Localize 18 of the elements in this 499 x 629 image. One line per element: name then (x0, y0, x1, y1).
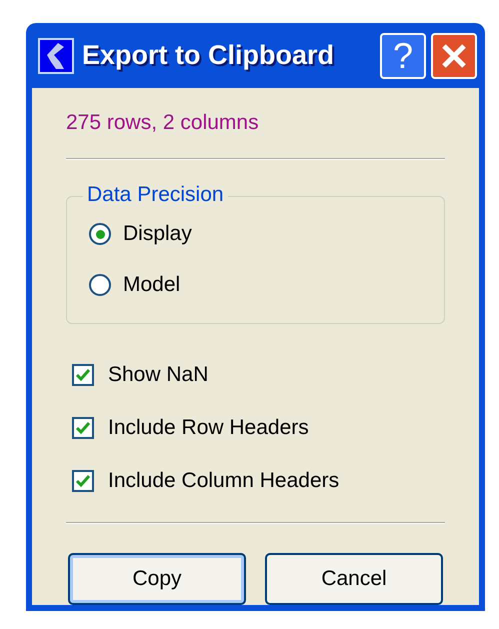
dialog-button[interactable]: Copy (68, 553, 246, 605)
app-logo-icon (38, 38, 74, 74)
radio-label: Display (123, 221, 192, 247)
close-icon (441, 42, 467, 68)
checkbox[interactable] (72, 470, 94, 492)
window-title: Export to Clipboard (82, 39, 334, 72)
checkbox-label: Include Row Headers (108, 415, 309, 441)
checkbox-label: Include Column Headers (108, 468, 340, 494)
dialog-button[interactable]: Cancel (265, 553, 443, 605)
checkbox-label: Show NaN (108, 362, 208, 388)
checkbox[interactable] (72, 417, 94, 439)
checkbox[interactable] (72, 364, 94, 386)
help-button[interactable]: ? (380, 32, 426, 78)
radio-button[interactable] (89, 274, 111, 296)
radio-button[interactable] (89, 223, 111, 245)
summary-text: 275 rows, 2 columns (66, 110, 260, 136)
radio-label: Model (123, 272, 180, 298)
close-button[interactable] (431, 32, 477, 78)
